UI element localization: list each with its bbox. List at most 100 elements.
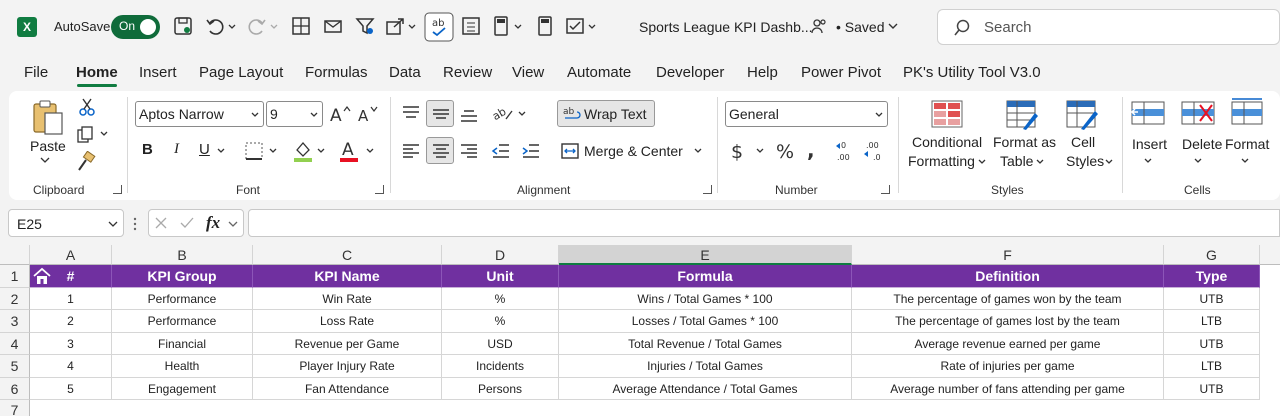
header-type[interactable]: Type (1164, 265, 1260, 288)
number-format-select[interactable]: General (725, 101, 888, 127)
table-cell[interactable]: Incidents (442, 355, 559, 378)
tab-automate[interactable]: Automate (567, 64, 631, 81)
table-cell[interactable]: Revenue per Game (253, 333, 442, 355)
chevron-down-icon[interactable] (692, 146, 704, 156)
table-cell[interactable]: LTB (1164, 355, 1260, 378)
chevron-down-icon[interactable] (38, 155, 52, 165)
worksheet-grid[interactable]: A B C D E F G 1 2 3 4 5 6 7 # KPI Group … (0, 245, 1280, 416)
spelling-icon[interactable]: ab (424, 12, 454, 42)
column-header-d[interactable]: D (442, 245, 559, 265)
cell-styles-icon[interactable] (1065, 99, 1099, 131)
chevron-down-icon[interactable] (268, 15, 280, 37)
table-cell[interactable]: Engagement (112, 378, 253, 400)
chevron-down-icon[interactable] (1103, 157, 1115, 167)
column-header-c[interactable]: C (253, 245, 442, 265)
tab-page-layout[interactable]: Page Layout (199, 64, 283, 81)
table-cell[interactable]: Wins / Total Games * 100 (559, 288, 852, 310)
table-cell[interactable]: Rate of injuries per game (852, 355, 1164, 378)
column-header-f[interactable]: F (852, 245, 1164, 265)
tab-review[interactable]: Review (443, 64, 492, 81)
row-header-3[interactable]: 3 (0, 310, 30, 333)
header-formula[interactable]: Formula (559, 265, 852, 288)
align-left-icon[interactable] (401, 141, 421, 161)
format-cells-icon[interactable] (1230, 97, 1266, 127)
chevron-down-icon[interactable] (227, 219, 239, 229)
increase-indent-icon[interactable] (521, 141, 541, 161)
table-cell[interactable]: Average Attendance / Total Games (559, 378, 852, 400)
table-cell[interactable]: Player Injury Rate (253, 355, 442, 378)
font-color-icon[interactable]: A (338, 138, 360, 164)
decrease-indent-icon[interactable] (491, 141, 511, 161)
align-top-icon[interactable] (401, 103, 421, 123)
column-header-b[interactable]: B (112, 245, 253, 265)
borders-icon[interactable] (244, 141, 264, 161)
tab-power-pivot[interactable]: Power Pivot (801, 64, 881, 81)
table-cell[interactable]: UTB (1164, 378, 1260, 400)
delete-button[interactable]: Delete (1182, 136, 1222, 152)
cancel-icon[interactable] (154, 216, 168, 230)
header-unit[interactable]: Unit (442, 265, 559, 288)
dialog-launcher-icon[interactable] (703, 185, 712, 194)
table-cell[interactable]: Fan Attendance (253, 378, 442, 400)
chevron-down-icon[interactable] (215, 146, 227, 156)
chevron-down-icon[interactable] (226, 15, 238, 37)
table-cell[interactable]: LTB (1164, 310, 1260, 333)
formula-input[interactable] (248, 209, 1280, 237)
align-bottom-icon[interactable] (459, 105, 479, 125)
font-size-select[interactable]: 9 (266, 101, 323, 127)
table-header-cell[interactable]: # (30, 265, 112, 288)
row-header-5[interactable]: 5 (0, 355, 30, 378)
table-cell[interactable]: Health (112, 355, 253, 378)
name-box[interactable]: E25 (8, 209, 124, 237)
table-cell[interactable]: Losses / Total Games * 100 (559, 310, 852, 333)
table-cell[interactable]: UTB (1164, 288, 1260, 310)
align-right-icon[interactable] (459, 141, 479, 161)
tab-formulas[interactable]: Formulas (305, 64, 368, 81)
wrap-text-button[interactable]: ab Wrap Text (557, 100, 655, 127)
chevron-down-icon[interactable] (754, 146, 766, 156)
merge-center-icon[interactable] (560, 141, 580, 161)
chevron-down-icon[interactable] (1239, 156, 1251, 166)
tab-developer[interactable]: Developer (656, 64, 724, 81)
enter-icon[interactable] (179, 216, 195, 230)
row-header-6[interactable]: 6 (0, 378, 30, 400)
column-header-g[interactable]: G (1164, 245, 1260, 265)
format-as-table-label-2[interactable]: Table (1000, 153, 1033, 169)
conditional-formatting-label-2[interactable]: Formatting (908, 153, 975, 169)
chevron-down-icon[interactable] (267, 146, 279, 156)
conditional-formatting-icon[interactable] (930, 99, 964, 129)
table-cell[interactable]: USD (442, 333, 559, 355)
table-cell[interactable]: 4 (30, 355, 112, 378)
checklist-icon[interactable] (564, 15, 586, 37)
chevron-down-icon[interactable] (886, 15, 900, 37)
copy-icon[interactable] (75, 125, 95, 145)
table-cell[interactable]: Financial (112, 333, 253, 355)
tab-file[interactable]: File (24, 64, 48, 81)
tab-help[interactable]: Help (747, 64, 778, 81)
tab-view[interactable]: View (512, 64, 544, 81)
decrease-decimal-icon[interactable]: .00.0 (863, 139, 885, 163)
chevron-down-icon[interactable] (406, 15, 418, 37)
increase-font-size-icon[interactable]: A (329, 103, 351, 125)
chevron-down-icon[interactable] (516, 109, 528, 119)
font-name-select[interactable]: Aptos Narrow (135, 101, 264, 127)
table-cell[interactable]: % (442, 288, 559, 310)
italic-button[interactable]: I (174, 141, 179, 158)
row-header-2[interactable]: 2 (0, 288, 30, 310)
header-kpi-group[interactable]: KPI Group (112, 265, 253, 288)
undo-icon[interactable] (204, 15, 226, 37)
mail-icon[interactable] (322, 15, 344, 37)
table-cell[interactable]: Persons (442, 378, 559, 400)
row-header-7[interactable]: 7 (0, 400, 30, 416)
home-icon[interactable] (32, 267, 52, 285)
chevron-down-icon[interactable] (512, 15, 524, 37)
dialog-launcher-icon[interactable] (113, 185, 122, 194)
excel-icon[interactable]: X (17, 17, 37, 37)
delete-cells-icon[interactable] (1180, 99, 1216, 127)
select-all-corner[interactable] (0, 245, 30, 265)
insert-cells-icon[interactable] (1130, 99, 1166, 127)
more-options-icon[interactable] (132, 217, 138, 231)
chevron-down-icon[interactable] (1142, 156, 1154, 166)
calculator-icon[interactable] (490, 15, 512, 37)
table-cell[interactable]: Win Rate (253, 288, 442, 310)
